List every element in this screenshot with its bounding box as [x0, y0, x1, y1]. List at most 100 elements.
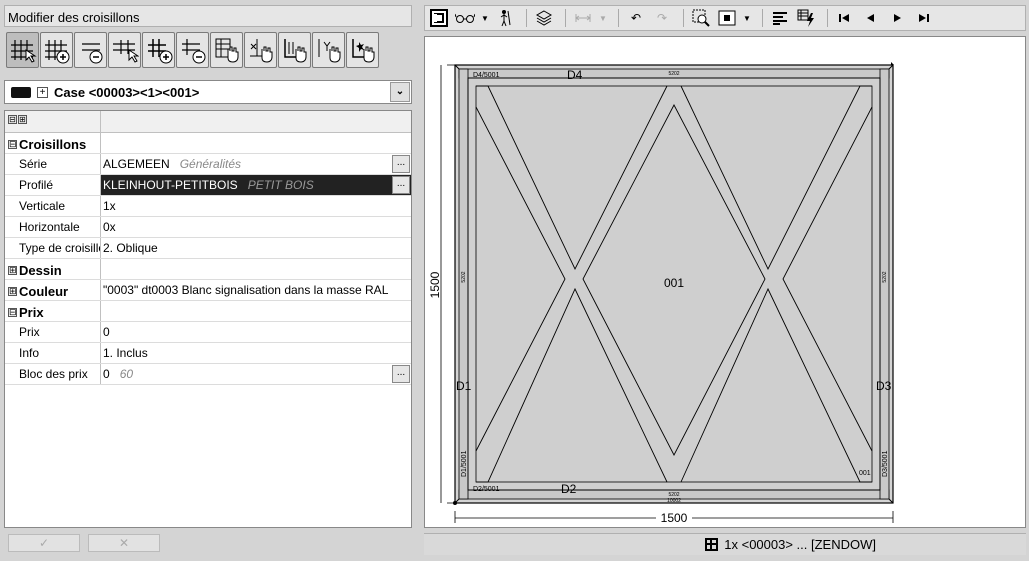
property-row-bloc-prix[interactable]: Bloc des prix 0 60...: [5, 364, 411, 385]
expand-all-icon[interactable]: ⊞: [18, 115, 27, 124]
property-row-verticale[interactable]: Verticale 1x: [5, 196, 411, 217]
align-icon[interactable]: [769, 8, 791, 28]
property-key: Verticale: [5, 196, 101, 216]
grid-remove-alt-icon[interactable]: [176, 32, 209, 68]
pane-label: 001: [664, 276, 684, 290]
browse-button[interactable]: ...: [392, 155, 410, 173]
view-mode-icon[interactable]: [428, 8, 450, 28]
ok-button[interactable]: ✓: [8, 534, 80, 552]
property-row-prix[interactable]: Prix 0: [5, 322, 411, 343]
muntin-toolbar: [6, 32, 380, 68]
property-value: ALGEMEEN: [103, 157, 170, 171]
property-value[interactable]: 1x: [101, 196, 411, 216]
property-row-profile[interactable]: Profilé KLEINHOUT-PETITBOIS PETIT BOIS...: [5, 175, 411, 196]
property-value: KLEINHOUT-PETITBOIS: [103, 178, 238, 192]
expand-icon[interactable]: ⊞: [8, 266, 17, 275]
frame-icon[interactable]: [716, 8, 738, 28]
grid-add-icon[interactable]: [40, 32, 73, 68]
corner-tag: 001: [859, 470, 871, 477]
layers-icon[interactable]: [533, 8, 555, 28]
category-label: Couleur: [19, 284, 69, 299]
browse-button[interactable]: ...: [392, 365, 410, 383]
right-side-label: D3: [876, 379, 892, 393]
category-prix[interactable]: ⊟ Prix: [5, 301, 411, 322]
right-profile-tag: D3/5001: [882, 450, 889, 477]
redo-icon[interactable]: ↷: [651, 8, 673, 28]
collapse-all-icon[interactable]: ⊟: [8, 115, 17, 124]
property-subvalue: PETIT BOIS: [247, 178, 314, 192]
property-key: Type de croisillon: [5, 238, 101, 258]
top-profile-code: 5202: [668, 71, 679, 77]
grid-corner-hand-icon[interactable]: [278, 32, 311, 68]
left-profile-tag: D1/5001: [461, 450, 468, 477]
property-grid: ⊟ ⊞ ⊟ Croisillons Série ALGEMEEN Généralit…: [4, 110, 412, 528]
property-row-type[interactable]: Type de croisillon 2. Oblique: [5, 238, 411, 259]
category-value: [101, 133, 411, 153]
height-dimension: 1500: [428, 271, 442, 298]
grid-horizontal-select-icon[interactable]: [108, 32, 141, 68]
width-dimension: 1500: [661, 511, 688, 525]
drawing-canvas[interactable]: 001 D4 D2 D1 D3 D4/5001 D2/5001 001 D1/5…: [424, 36, 1026, 528]
grid-add-alt-icon[interactable]: [142, 32, 175, 68]
filter-icon[interactable]: [795, 8, 817, 28]
property-row-serie[interactable]: Série ALGEMEEN Généralités...: [5, 154, 411, 175]
next-icon[interactable]: [886, 8, 908, 28]
grid-hand-icon[interactable]: [210, 32, 243, 68]
drawing-toolbar: ▼ ▼ ↶ ↷ ▼: [424, 5, 1026, 31]
property-value[interactable]: 0x: [101, 217, 411, 237]
property-grid-header: ⊟ ⊞: [5, 111, 411, 133]
browse-button[interactable]: ...: [392, 176, 410, 194]
grid-remove-icon[interactable]: [74, 32, 107, 68]
category-croisillons[interactable]: ⊟ Croisillons: [5, 133, 411, 154]
properties-panel: Modifier des croisillons + Case <00003><…: [0, 0, 415, 561]
property-subvalue: Généralités: [179, 157, 242, 171]
property-value[interactable]: 0: [101, 322, 411, 342]
grid-select-icon[interactable]: [6, 32, 39, 68]
person-icon[interactable]: [494, 8, 516, 28]
bottom-profile-tag: D2/5001: [473, 486, 500, 493]
top-side-label: D4: [567, 68, 583, 82]
measure-icon[interactable]: [572, 8, 594, 28]
zoom-box-icon[interactable]: [690, 8, 712, 28]
grid-y-hand-icon[interactable]: [312, 32, 345, 68]
status-bar: 1x <00003> ... [ZENDOW]: [424, 533, 1026, 555]
last-icon[interactable]: [912, 8, 934, 28]
category-dessin[interactable]: ⊞ Dessin: [5, 259, 411, 280]
glasses-dropdown-icon[interactable]: ▼: [480, 8, 490, 28]
expand-icon[interactable]: ⊞: [8, 287, 17, 296]
property-key: Profilé: [5, 175, 101, 195]
drawing-panel: ▼ ▼ ↶ ↷ ▼ 001 D4 D2 D1 D3 D4/5001 D2/500…: [420, 0, 1029, 561]
left-profile-code: 5202: [461, 271, 467, 282]
frame-dropdown-icon[interactable]: ▼: [742, 8, 752, 28]
chevron-down-icon[interactable]: ⌄: [390, 82, 410, 102]
category-couleur[interactable]: ⊞ Couleur "0003" dt0003 Blanc signalisati…: [5, 280, 411, 301]
property-value[interactable]: 2. Oblique: [101, 238, 411, 258]
category-value: [101, 301, 411, 321]
collapse-icon[interactable]: ⊟: [8, 308, 17, 317]
prev-icon[interactable]: [860, 8, 882, 28]
property-value: 0: [103, 367, 110, 381]
case-expand-icon[interactable]: +: [37, 86, 48, 98]
grid-star-hand-icon[interactable]: [346, 32, 379, 68]
case-label: Case <00003><1><001>: [54, 84, 200, 100]
property-key: Bloc des prix: [5, 364, 101, 384]
property-value[interactable]: 1. Inclus: [101, 343, 411, 363]
left-side-label: D1: [456, 379, 472, 393]
property-row-horizontale[interactable]: Horizontale 0x: [5, 217, 411, 238]
cancel-button[interactable]: ✕: [88, 534, 160, 552]
case-selector[interactable]: + Case <00003><1><001> ⌄: [4, 80, 412, 104]
undo-icon[interactable]: ↶: [625, 8, 647, 28]
measure-dropdown-icon[interactable]: ▼: [598, 8, 608, 28]
property-row-info[interactable]: Info 1. Inclus: [5, 343, 411, 364]
category-label: Dessin: [19, 263, 62, 278]
window-icon: [705, 538, 719, 551]
glasses-icon[interactable]: [454, 8, 476, 28]
grid-x-hand-icon[interactable]: [244, 32, 277, 68]
category-value: [101, 259, 411, 279]
collapse-icon[interactable]: ⊟: [8, 140, 17, 149]
property-key: Prix: [5, 322, 101, 342]
category-label: Prix: [19, 305, 44, 320]
first-icon[interactable]: [834, 8, 856, 28]
property-key: Info: [5, 343, 101, 363]
category-value: "0003" dt0003 Blanc signalisation dans l…: [103, 283, 389, 297]
